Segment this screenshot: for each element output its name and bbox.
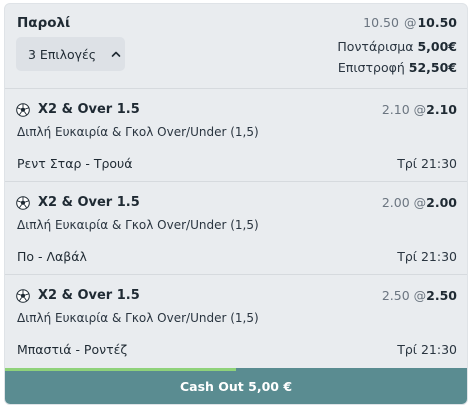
bet-slip-card: Παρολί 3 Επιλογές 10.50 @10.50 Ποντάρισμ… — [4, 3, 468, 405]
odds-original: 2.50 — [381, 288, 410, 303]
market-description: Διπλή Ευκαιρία & Γκολ Over/Under (1,5) — [17, 125, 259, 139]
odds-at-sign: @ — [403, 15, 417, 30]
odds-original: 2.10 — [381, 102, 410, 117]
event-time: Τρί 21:30 — [397, 342, 457, 357]
total-odds-current: 10.50 — [417, 15, 457, 30]
event-time: Τρί 21:30 — [397, 249, 457, 264]
market-name: X2 & Over 1.5 — [38, 102, 140, 117]
return-label: Επιστροφή — [337, 60, 405, 75]
selection-item: X2 & Over 1.5 Διπλή Ευκαιρία & Γκολ Over… — [5, 88, 467, 181]
total-odds-original: 10.50 — [363, 15, 399, 30]
return-value: 52,50€ — [408, 60, 457, 75]
soccer-ball-icon — [16, 195, 30, 210]
odds-at-sign: @ — [413, 195, 427, 210]
return-line: Επιστροφή 52,50€ — [338, 60, 457, 75]
selection-item: X2 & Over 1.5 Διπλή Ευκαιρία & Γκολ Over… — [5, 181, 467, 274]
event-name[interactable]: Πο - Λαβάλ — [17, 249, 87, 264]
selection-odds: 2.00 @2.00 — [382, 195, 457, 210]
bet-type-label: Παρολί — [17, 15, 71, 31]
odds-at-sign: @ — [413, 102, 427, 117]
soccer-ball-icon — [16, 288, 30, 303]
selections-toggle-label: 3 Επιλογές — [28, 46, 97, 62]
odds-current: 2.50 — [426, 288, 457, 303]
stake-label: Ποντάρισμα — [337, 39, 414, 54]
event-name[interactable]: Ρεντ Σταρ - Τρουά — [17, 156, 133, 171]
market-name: X2 & Over 1.5 — [38, 288, 140, 303]
chevron-up-icon — [110, 48, 122, 60]
soccer-ball-icon — [16, 102, 30, 117]
market-name: X2 & Over 1.5 — [38, 195, 140, 210]
market-description: Διπλή Ευκαιρία & Γκολ Over/Under (1,5) — [17, 218, 259, 232]
cash-out-progress-fill — [5, 368, 236, 371]
event-time: Τρί 21:30 — [397, 156, 457, 171]
stake-line: Ποντάρισμα 5,00€ — [337, 39, 457, 54]
odds-at-sign: @ — [413, 288, 427, 303]
odds-current: 2.00 — [426, 195, 457, 210]
selections-toggle-button[interactable]: 3 Επιλογές — [16, 37, 125, 71]
selection-odds: 2.10 @2.10 — [382, 102, 457, 117]
bet-summary: Παρολί 3 Επιλογές 10.50 @10.50 Ποντάρισμ… — [5, 4, 467, 88]
selection-odds: 2.50 @2.50 — [382, 288, 457, 303]
event-name[interactable]: Μπαστιά - Ροντέζ — [17, 342, 127, 357]
cash-out-progress-track — [5, 368, 467, 371]
market-description: Διπλή Ευκαιρία & Γκολ Over/Under (1,5) — [17, 311, 259, 325]
cash-out-label: Cash Out 5,00 € — [179, 378, 293, 394]
total-odds: 10.50 @10.50 — [363, 15, 457, 30]
odds-original: 2.00 — [381, 195, 410, 210]
selection-item: X2 & Over 1.5 Διπλή Ευκαιρία & Γκολ Over… — [5, 274, 467, 367]
cash-out-button[interactable]: Cash Out 5,00 € — [5, 368, 467, 404]
stake-value: 5,00€ — [417, 39, 457, 54]
odds-current: 2.10 — [426, 102, 457, 117]
